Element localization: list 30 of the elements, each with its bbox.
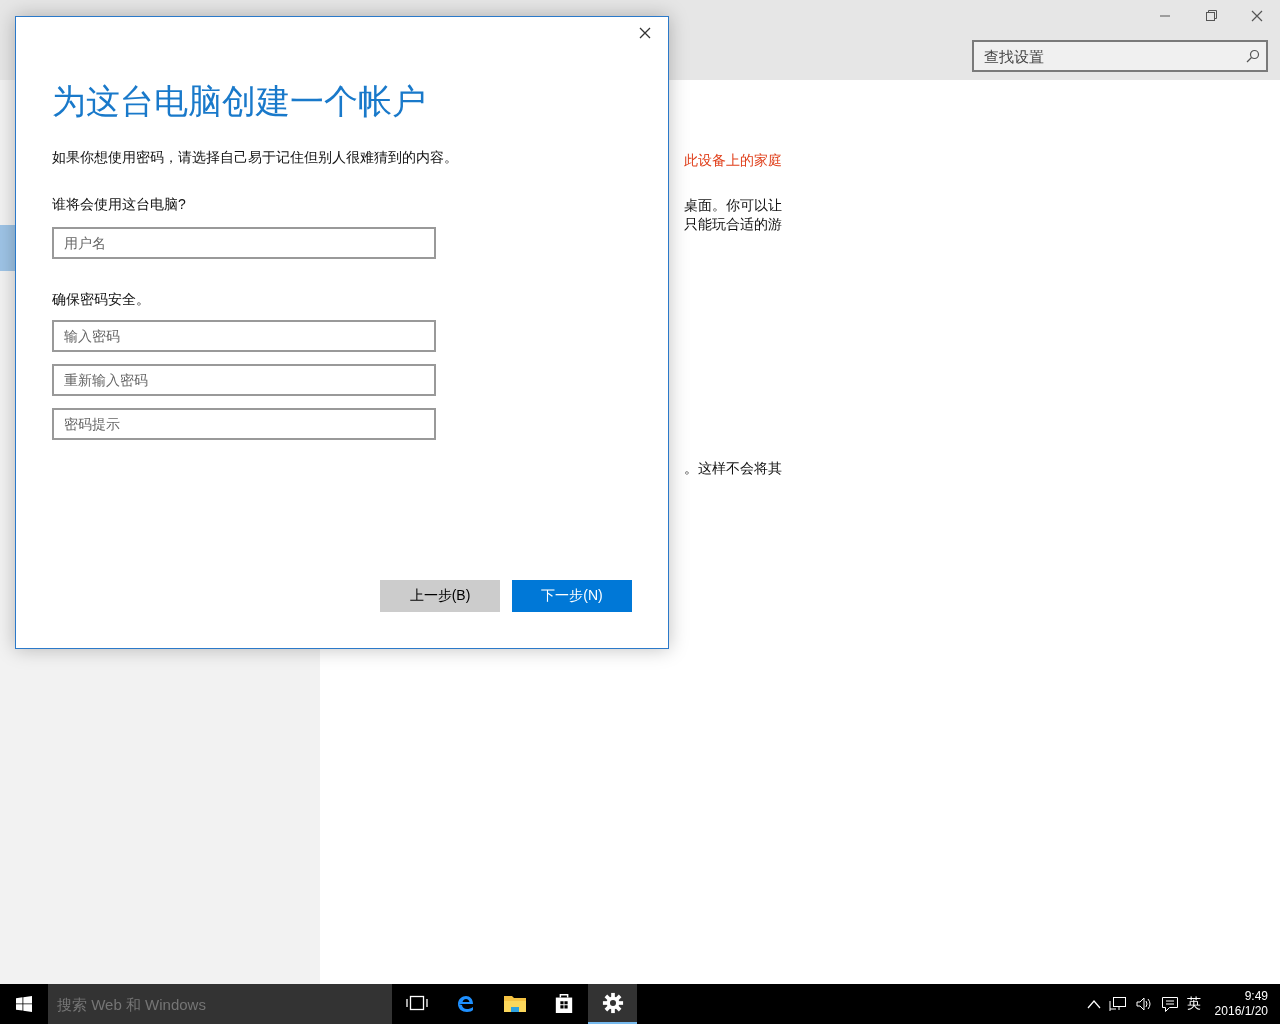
clock-time: 9:49: [1244, 989, 1268, 1004]
field-label: 谁将会使用这台电脑?: [52, 195, 187, 214]
description-text: 如果你想使用密码，请选择自己易于记住但别人很难猜到的内容。: [52, 148, 459, 167]
back-button[interactable]: 上一步(B): [380, 580, 500, 612]
settings-icon: [601, 992, 624, 1014]
chevron-up-icon[interactable]: [1086, 999, 1101, 1009]
link[interactable]: 此设备上的家庭: [668, 151, 782, 170]
clock-date: 2016/1/20: [1214, 1004, 1268, 1019]
search-field[interactable]: 查找设置: [972, 40, 1268, 72]
folder-icon: [502, 993, 527, 1013]
next-button[interactable]: 下一步(N): [512, 580, 632, 612]
start-icon[interactable]: [16, 996, 32, 1012]
input-field[interactable]: 输入密码: [52, 320, 436, 352]
network-icon[interactable]: [1108, 996, 1127, 1012]
close-icon[interactable]: [638, 26, 652, 40]
input-field[interactable]: 密码提示: [52, 408, 436, 440]
volume-icon[interactable]: [1134, 996, 1153, 1012]
search-icon[interactable]: [1246, 49, 1260, 63]
message-icon[interactable]: [1160, 995, 1179, 1013]
taskbar-button[interactable]: [588, 984, 637, 1024]
task-view-icon: [405, 995, 428, 1011]
description-text: 桌面。你可以让 只能玩合适的游: [683, 196, 782, 234]
input-language[interactable]: 英: [1186, 995, 1201, 1013]
input-field[interactable]: 用户名: [52, 227, 436, 259]
dialog-title: 为这台电脑创建一个帐户: [52, 81, 427, 122]
input-field[interactable]: 重新输入密码: [52, 364, 436, 396]
field-label: 确保密码安全。: [52, 290, 151, 309]
search-field[interactable]: 搜索 Web 和 Windows: [48, 984, 392, 1024]
description-text: 。这样不会将其: [683, 459, 782, 478]
shopping-bag-icon: [553, 992, 574, 1014]
